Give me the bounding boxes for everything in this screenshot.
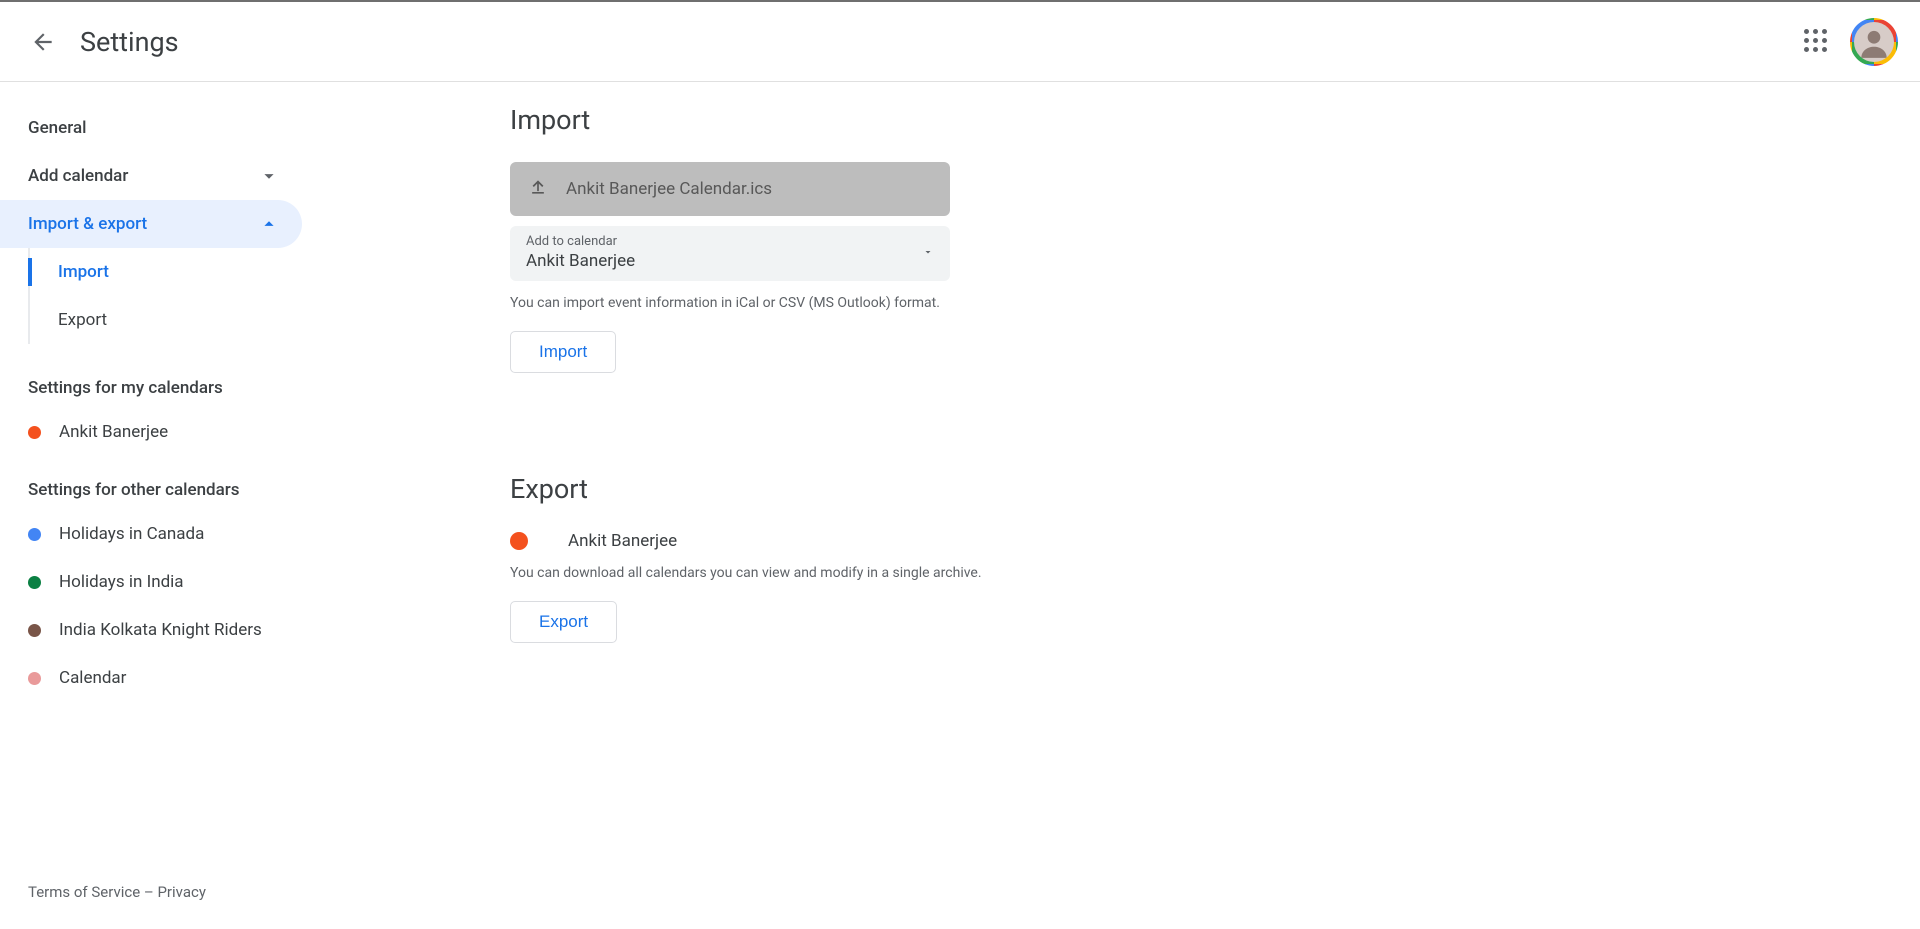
nav-add-calendar[interactable]: Add calendar: [0, 152, 302, 200]
calendar-label: Holidays in Canada: [59, 524, 204, 544]
upload-icon: [528, 177, 548, 202]
google-apps-icon[interactable]: [1804, 29, 1830, 55]
page-title: Settings: [80, 26, 179, 58]
subnav-import[interactable]: Import: [30, 248, 310, 296]
export-calendar-row: Ankit Banerjee: [510, 531, 1880, 551]
my-calendar-item[interactable]: Ankit Banerjee: [0, 408, 310, 456]
calendar-color-dot: [28, 672, 41, 685]
other-calendar-item[interactable]: India Kolkata Knight Riders: [0, 606, 310, 654]
nav-label: Import & export: [28, 214, 147, 234]
import-section: Import Ankit Banerjee Calendar.ics Add t…: [510, 104, 1880, 373]
account-avatar[interactable]: [1850, 18, 1898, 66]
back-arrow-icon[interactable]: [28, 27, 58, 57]
subnav-export[interactable]: Export: [30, 296, 310, 344]
export-calendar-name: Ankit Banerjee: [568, 531, 677, 551]
selected-filename: Ankit Banerjee Calendar.ics: [566, 179, 772, 199]
add-to-calendar-select[interactable]: Add to calendar Ankit Banerjee: [510, 226, 950, 281]
privacy-link[interactable]: Privacy: [157, 883, 205, 901]
import-title: Import: [510, 104, 1880, 136]
export-section: Export Ankit Banerjee You can download a…: [510, 473, 1880, 643]
nav-label: General: [28, 118, 86, 138]
import-export-submenu: Import Export: [28, 248, 310, 344]
other-calendar-item[interactable]: Holidays in Canada: [0, 510, 310, 558]
layout-container: General Add calendar Import & export Imp…: [0, 82, 1920, 929]
export-helper-text: You can download all calendars you can v…: [510, 565, 1880, 581]
select-value: Ankit Banerjee: [526, 251, 934, 271]
calendar-color-dot: [28, 528, 41, 541]
settings-main: Import Ankit Banerjee Calendar.ics Add t…: [310, 82, 1920, 929]
footer-separator: –: [140, 883, 157, 901]
other-calendar-item[interactable]: Holidays in India: [0, 558, 310, 606]
calendar-label: Calendar: [59, 668, 126, 688]
file-upload-chip[interactable]: Ankit Banerjee Calendar.ics: [510, 162, 950, 216]
calendar-color-dot: [28, 576, 41, 589]
calendar-color-dot: [28, 624, 41, 637]
export-title: Export: [510, 473, 1880, 505]
nav-general[interactable]: General: [0, 104, 302, 152]
nav-label: Add calendar: [28, 166, 128, 186]
calendar-label: India Kolkata Knight Riders: [59, 620, 262, 640]
export-button[interactable]: Export: [510, 601, 617, 643]
select-label: Add to calendar: [526, 234, 934, 249]
calendar-label: Ankit Banerjee: [59, 422, 168, 442]
other-calendars-header: Settings for other calendars: [0, 456, 310, 510]
footer-links: Terms of Service – Privacy: [0, 863, 310, 929]
header-bar: Settings: [0, 0, 1920, 82]
calendar-label: Holidays in India: [59, 572, 184, 592]
header-right-group: [1804, 2, 1898, 81]
other-calendar-item[interactable]: Calendar: [0, 654, 310, 702]
import-button[interactable]: Import: [510, 331, 616, 373]
terms-link[interactable]: Terms of Service: [28, 883, 140, 901]
my-calendars-header: Settings for my calendars: [0, 354, 310, 408]
chevron-down-icon: [258, 165, 280, 187]
import-helper-text: You can import event information in iCal…: [510, 295, 1880, 311]
chevron-up-icon: [258, 213, 280, 235]
calendar-color-dot: [28, 426, 41, 439]
settings-sidebar: General Add calendar Import & export Imp…: [0, 82, 310, 929]
nav-import-export[interactable]: Import & export: [0, 200, 302, 248]
dropdown-arrow-icon: [922, 246, 934, 262]
calendar-color-dot: [510, 532, 528, 550]
